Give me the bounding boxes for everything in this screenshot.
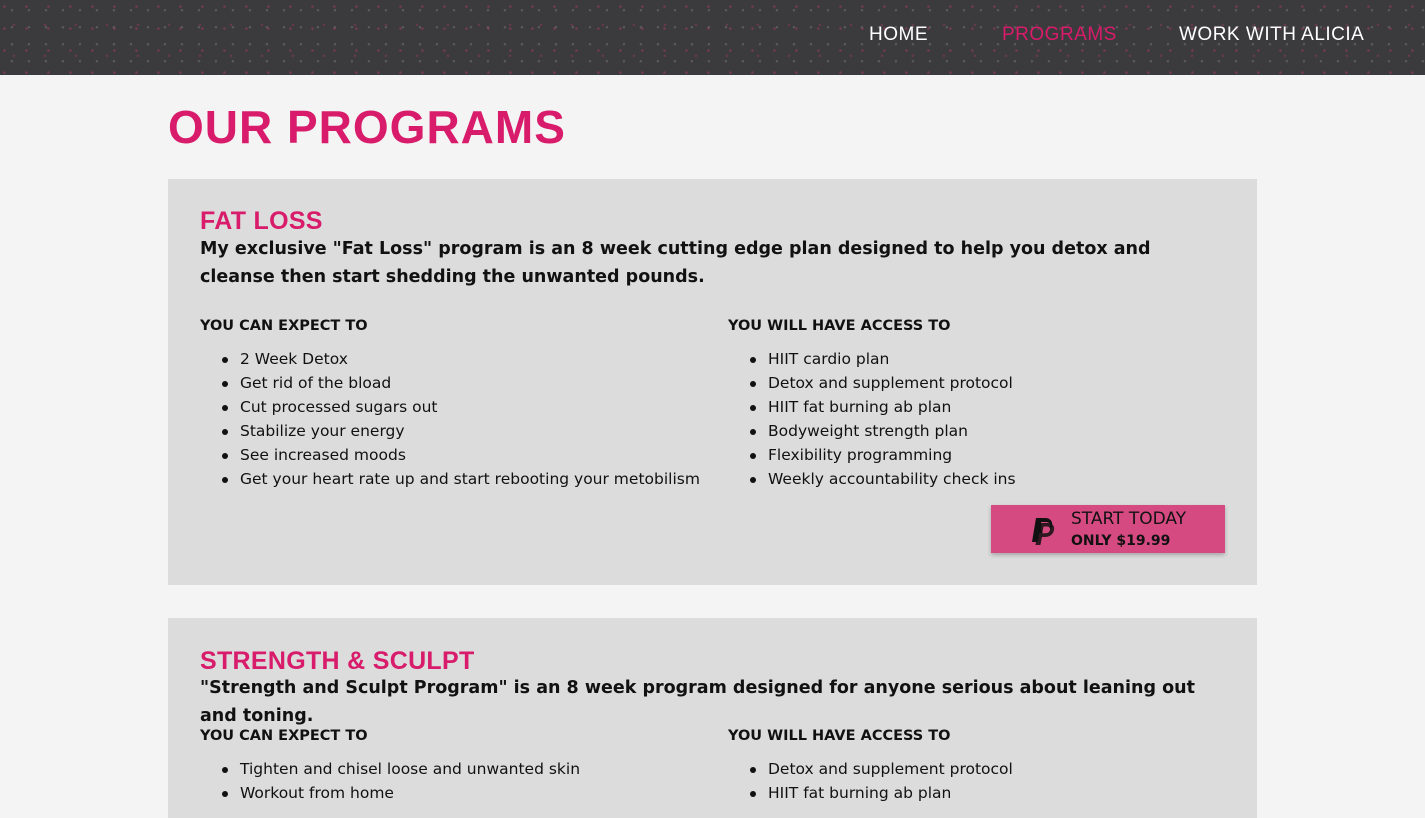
list-item: HIIT fat burning ab plan [728, 781, 1228, 805]
list-item: Tighten and chisel loose and unwanted sk… [200, 757, 700, 781]
expect-list: Tighten and chisel loose and unwanted sk… [200, 757, 700, 805]
expect-heading: YOU CAN EXPECT TO [200, 318, 368, 334]
start-today-button[interactable]: START TODAY ONLY $19.99 [991, 505, 1225, 553]
paypal-icon [1032, 518, 1055, 545]
nav-home-link[interactable]: HOME [869, 24, 928, 46]
list-item: Flexibility programming [728, 443, 1228, 467]
program-title: FAT LOSS [200, 207, 323, 235]
expect-column: YOU CAN EXPECT TO 2 Week Detox Get rid o… [200, 316, 700, 491]
list-item: 2 Week Detox [200, 347, 700, 371]
list-item: Get your heart rate up and start rebooti… [200, 467, 700, 491]
program-title: STRENGTH & SCULPT [200, 647, 475, 675]
list-item: HIIT fat burning ab plan [728, 395, 1228, 419]
list-item: Bodyweight strength plan [728, 419, 1228, 443]
expect-column: YOU CAN EXPECT TO Tighten and chisel loo… [200, 726, 700, 805]
list-item: See increased moods [200, 443, 700, 467]
nav-work-with-alicia-link[interactable]: WORK WITH ALICIA [1179, 24, 1364, 46]
access-list: Detox and supplement protocol HIIT fat b… [728, 757, 1228, 805]
access-column: YOU WILL HAVE ACCESS TO Detox and supple… [728, 726, 1228, 805]
list-item: Workout from home [200, 781, 700, 805]
top-navbar: HOME PROGRAMS WORK WITH ALICIA [0, 0, 1425, 75]
expect-heading: YOU CAN EXPECT TO [200, 728, 368, 744]
access-list: HIIT cardio plan Detox and supplement pr… [728, 347, 1228, 491]
list-item: HIIT cardio plan [728, 347, 1228, 371]
program-card-strength-sculpt: STRENGTH & SCULPT "Strength and Sculpt P… [168, 618, 1257, 818]
list-item: Weekly accountability check ins [728, 467, 1228, 491]
program-description: "Strength and Sculpt Program" is an 8 we… [200, 678, 1195, 726]
list-item: Get rid of the bload [200, 371, 700, 395]
list-item: Cut processed sugars out [200, 395, 700, 419]
price-label: ONLY $19.99 [1071, 533, 1171, 549]
list-item: Detox and supplement protocol [728, 757, 1228, 781]
access-heading: YOU WILL HAVE ACCESS TO [728, 728, 951, 744]
program-description: My exclusive "Fat Loss" program is an 8 … [200, 239, 1151, 287]
expect-list: 2 Week Detox Get rid of the bload Cut pr… [200, 347, 700, 491]
access-heading: YOU WILL HAVE ACCESS TO [728, 318, 951, 334]
page-title: OUR PROGRAMS [168, 101, 566, 153]
nav-programs-link[interactable]: PROGRAMS [1002, 24, 1117, 46]
program-card-fat-loss: FAT LOSS My exclusive "Fat Loss" program… [168, 179, 1257, 585]
start-today-label: START TODAY [1071, 509, 1187, 529]
list-item: Detox and supplement protocol [728, 371, 1228, 395]
list-item: Stabilize your energy [200, 419, 700, 443]
access-column: YOU WILL HAVE ACCESS TO HIIT cardio plan… [728, 316, 1228, 491]
